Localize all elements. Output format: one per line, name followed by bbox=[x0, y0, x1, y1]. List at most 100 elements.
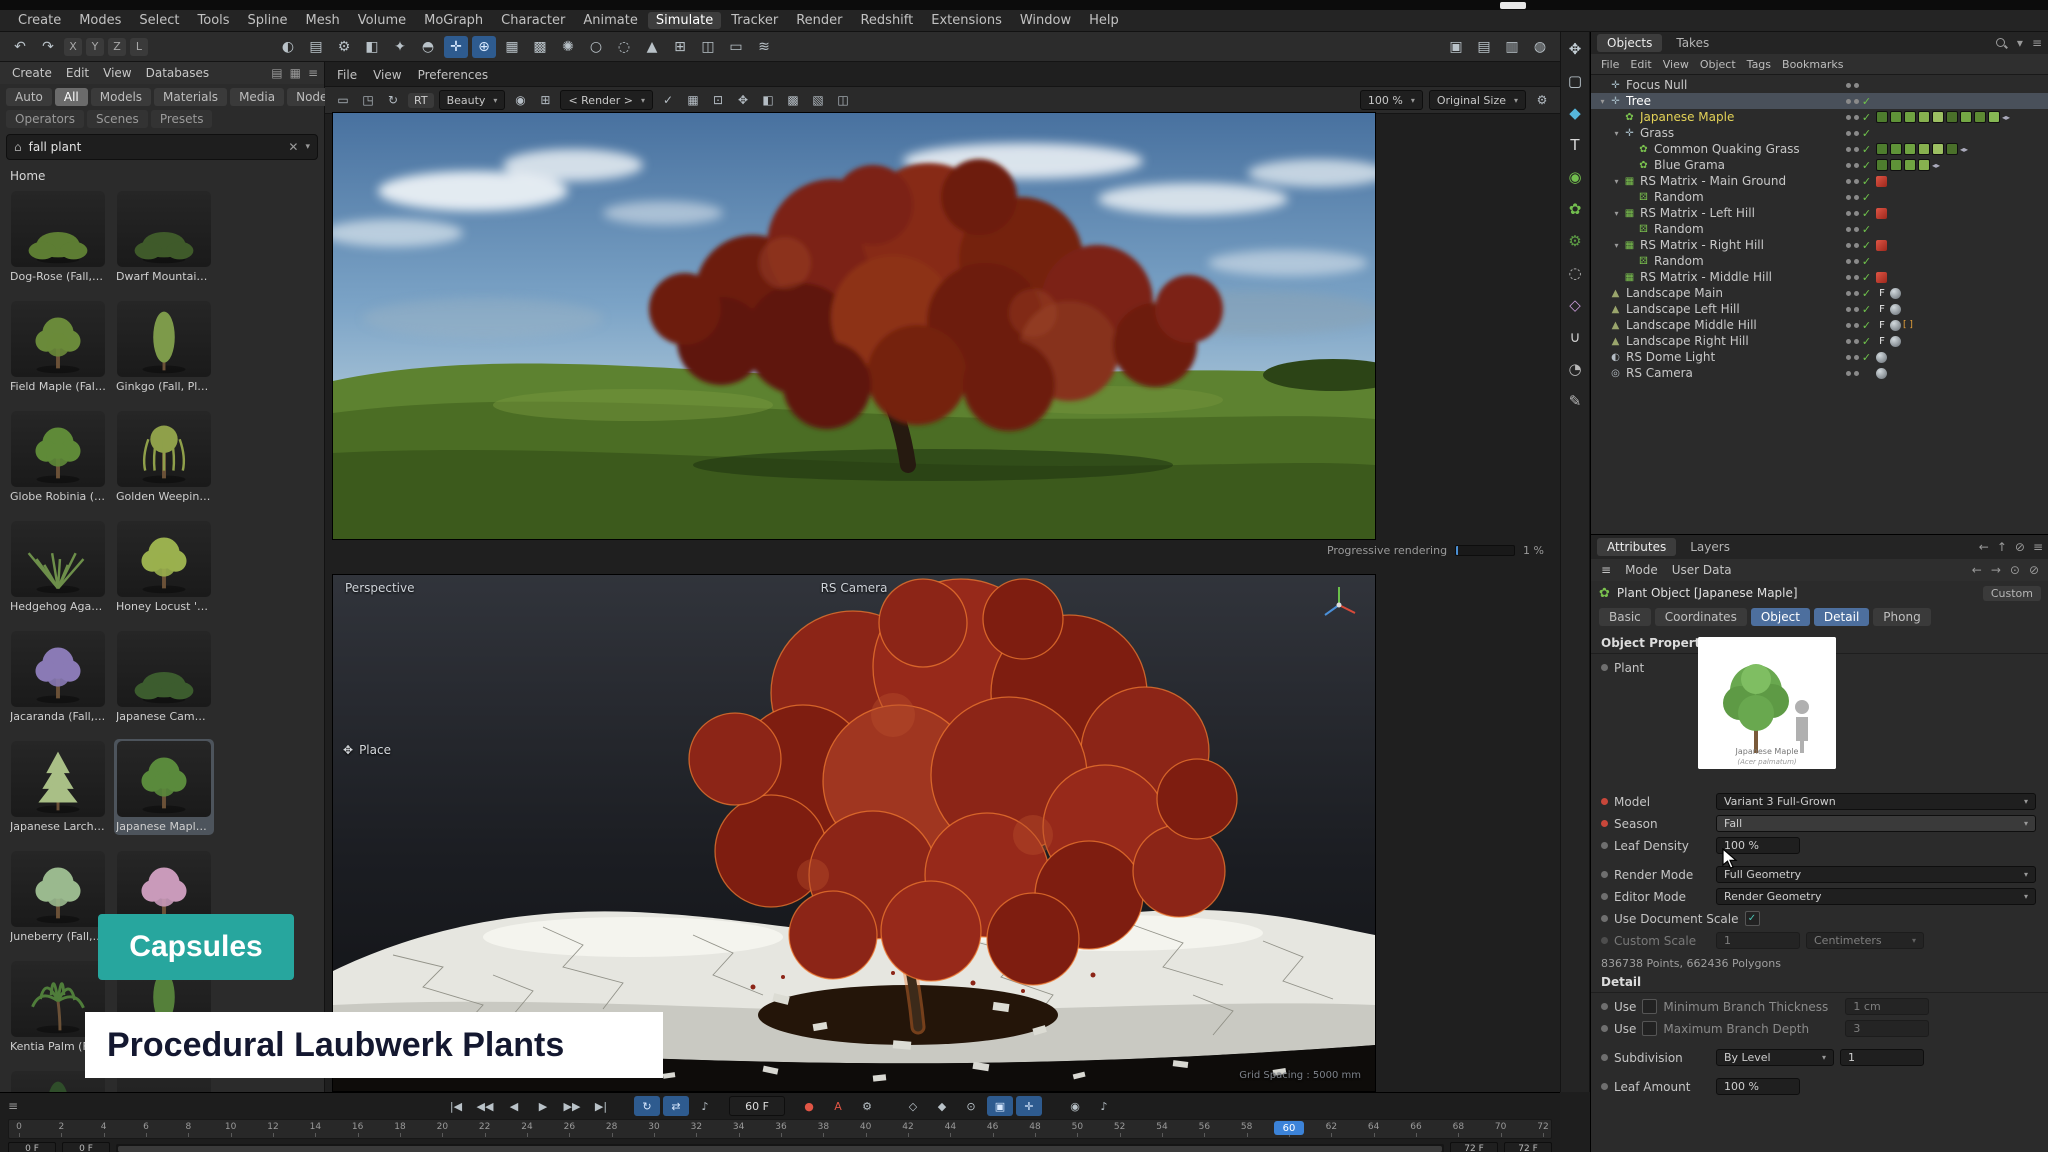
asset-globe-robinia-fall-pl[interactable]: Globe Robinia (Fall, Pl... bbox=[8, 409, 108, 505]
editor-visibility-dot[interactable] bbox=[1846, 323, 1851, 328]
asset-menu-create[interactable]: Create bbox=[6, 65, 58, 81]
material-swatch[interactable] bbox=[1904, 143, 1916, 155]
swatch-scroll-icon[interactable]: ◂▸ bbox=[1960, 145, 1968, 154]
visibility-dots[interactable] bbox=[1846, 179, 1859, 184]
use-document-scale-anim-dot[interactable] bbox=[1601, 915, 1608, 922]
breadcrumb[interactable]: Home bbox=[0, 162, 324, 187]
tree-row-rs-matrix-left-hill[interactable]: ▾▦RS Matrix - Left Hill✓ bbox=[1591, 205, 2048, 221]
editor-visibility-dot[interactable] bbox=[1846, 83, 1851, 88]
visibility-dots[interactable] bbox=[1846, 227, 1859, 232]
solo-animation-button[interactable]: ◉ bbox=[1062, 1096, 1088, 1116]
redshift-object-tag[interactable] bbox=[1876, 208, 1887, 219]
axis-lock-l[interactable]: L bbox=[130, 38, 148, 56]
render-mode-dropdown[interactable]: Full Geometry ▾ bbox=[1716, 866, 2036, 883]
next-frame-button[interactable]: ▶▶ bbox=[559, 1096, 585, 1116]
material-swatch[interactable] bbox=[1932, 111, 1944, 123]
visibility-dots[interactable] bbox=[1846, 147, 1859, 152]
visibility-dots[interactable] bbox=[1846, 291, 1859, 296]
menu-window[interactable]: Window bbox=[1012, 12, 1079, 29]
tree-row-rs-matrix-middle-hill[interactable]: ▦RS Matrix - Middle Hill✓ bbox=[1591, 269, 2048, 285]
visibility-dots[interactable] bbox=[1846, 371, 1859, 376]
tree-row-grass[interactable]: ▾✛Grass✓ bbox=[1591, 125, 2048, 141]
asset-juneberry-fall-plant[interactable]: Juneberry (Fall, Plant) bbox=[8, 849, 108, 945]
material-swatch[interactable] bbox=[1876, 159, 1888, 171]
tree-row-rs-matrix-main-ground[interactable]: ▾▦RS Matrix - Main Ground✓ bbox=[1591, 173, 2048, 189]
tab-layers[interactable]: Layers bbox=[1680, 538, 1740, 556]
record-button[interactable]: ● bbox=[796, 1096, 822, 1116]
menu-character[interactable]: Character bbox=[493, 12, 573, 29]
visibility-dots[interactable] bbox=[1846, 131, 1859, 136]
quantize-icon[interactable]: ▩ bbox=[528, 36, 552, 58]
editor-visibility-dot[interactable] bbox=[1846, 371, 1851, 376]
tree-row-landscape-left-hill[interactable]: ▲Landscape Left Hill✓F bbox=[1591, 301, 2048, 317]
season-anim-dot[interactable] bbox=[1601, 820, 1608, 827]
attr-lock-icon[interactable]: ⊘ bbox=[2029, 563, 2039, 577]
menu-extensions[interactable]: Extensions bbox=[923, 12, 1010, 29]
plane-tool-icon[interactable]: ▢ bbox=[1562, 68, 1588, 94]
model-dropdown[interactable]: Variant 3 Full-Grown ▾ bbox=[1716, 793, 2036, 810]
custom-button[interactable]: Custom bbox=[1983, 586, 2041, 601]
material-swatch[interactable] bbox=[1904, 111, 1916, 123]
preview-end-field[interactable]: 72 F bbox=[1450, 1142, 1498, 1152]
panel-menu-icon[interactable]: ≡ bbox=[2033, 540, 2043, 554]
season-dropdown[interactable]: Fall ▾ bbox=[1716, 815, 2036, 832]
range-inner-bar[interactable] bbox=[118, 1146, 1442, 1152]
plant-preview[interactable]: Japanese Maple (Acer palmatum) bbox=[1698, 637, 1836, 769]
menu-help[interactable]: Help bbox=[1081, 12, 1127, 29]
menu-select[interactable]: Select bbox=[131, 12, 187, 29]
om-menu-object[interactable]: Object bbox=[1700, 58, 1736, 71]
search-input[interactable]: fall plant bbox=[29, 140, 282, 154]
tree-row-blue-grama[interactable]: ✿Blue Grama✓◂▸ bbox=[1591, 157, 2048, 173]
axis-lock-z[interactable]: Z bbox=[108, 38, 126, 56]
material-tag[interactable] bbox=[1876, 368, 1887, 379]
render-queue-icon[interactable]: ▤ bbox=[304, 36, 328, 58]
grid-snap-icon[interactable]: ▦ bbox=[500, 36, 524, 58]
editor-visibility-dot[interactable] bbox=[1846, 179, 1851, 184]
move-tool-icon[interactable]: ✥ bbox=[1562, 36, 1588, 62]
undo-icon[interactable]: ↶ bbox=[8, 36, 32, 58]
timeline-ruler[interactable]: 0246810121416182022242628303234363840424… bbox=[8, 1119, 1552, 1139]
leaf-density-anim-dot[interactable] bbox=[1601, 842, 1608, 849]
visibility-dots[interactable] bbox=[1846, 163, 1859, 168]
asset-golden-weeping-willo[interactable]: Golden Weeping Willo... bbox=[114, 409, 214, 505]
material-swatch[interactable] bbox=[1904, 159, 1916, 171]
editor-visibility-dot[interactable] bbox=[1846, 163, 1851, 168]
gear-icon[interactable]: ⚙ bbox=[1562, 228, 1588, 254]
enabled-check-icon[interactable]: ✓ bbox=[1859, 223, 1874, 236]
expander-icon[interactable]: ▾ bbox=[1597, 97, 1608, 106]
visibility-dots[interactable] bbox=[1846, 259, 1859, 264]
use-max-branch-checkbox[interactable]: ✓ bbox=[1642, 1021, 1657, 1036]
snap-toggle-icon[interactable]: ⊕ bbox=[472, 36, 496, 58]
sound-toggle-button[interactable]: ♪ bbox=[692, 1096, 718, 1116]
editor-mode-dropdown[interactable]: Render Geometry ▾ bbox=[1716, 888, 2036, 905]
editor-visibility-dot[interactable] bbox=[1846, 195, 1851, 200]
filter-icon[interactable]: ▾ bbox=[2017, 36, 2023, 50]
menu-render[interactable]: Render bbox=[788, 12, 850, 29]
asset-ginkgo-fall-plant[interactable]: Ginkgo (Fall, Plant) bbox=[114, 299, 214, 395]
text-tool-icon[interactable]: T bbox=[1562, 132, 1588, 158]
clear-search-icon[interactable]: ✕ bbox=[288, 140, 298, 154]
enabled-check-icon[interactable]: ✓ bbox=[1859, 287, 1874, 300]
subdivision-anim-dot[interactable] bbox=[1601, 1054, 1608, 1061]
up-icon[interactable]: ↑ bbox=[1997, 540, 2007, 554]
split-icon[interactable]: ◫ bbox=[833, 90, 853, 110]
field-tag[interactable]: F bbox=[1876, 320, 1888, 331]
tree-row-rs-dome-light[interactable]: ◐RS Dome Light✓ bbox=[1591, 349, 2048, 365]
play-button[interactable]: ▶ bbox=[530, 1096, 556, 1116]
history-forward-icon[interactable]: → bbox=[1991, 563, 2001, 577]
axis-lock-x[interactable]: X bbox=[64, 38, 82, 56]
redo-icon[interactable]: ↷ bbox=[36, 36, 60, 58]
menu-mesh[interactable]: Mesh bbox=[298, 12, 348, 29]
material-swatch[interactable] bbox=[1890, 111, 1902, 123]
min-branch-anim-dot[interactable] bbox=[1601, 1003, 1608, 1010]
mode-button[interactable]: Mode bbox=[1625, 563, 1658, 577]
prev-key-button[interactable]: ◀◀ bbox=[472, 1096, 498, 1116]
tab-objects[interactable]: Objects bbox=[1597, 34, 1662, 52]
tab-takes[interactable]: Takes bbox=[1666, 34, 1719, 52]
enabled-check-icon[interactable]: ✓ bbox=[1859, 111, 1874, 124]
asset-menu-view[interactable]: View bbox=[97, 65, 137, 81]
enabled-check-icon[interactable]: ✓ bbox=[1859, 191, 1874, 204]
redshift-object-tag[interactable] bbox=[1876, 272, 1887, 283]
editor-visibility-dot[interactable] bbox=[1846, 355, 1851, 360]
axis-mode-icon[interactable]: ✛ bbox=[444, 36, 468, 58]
